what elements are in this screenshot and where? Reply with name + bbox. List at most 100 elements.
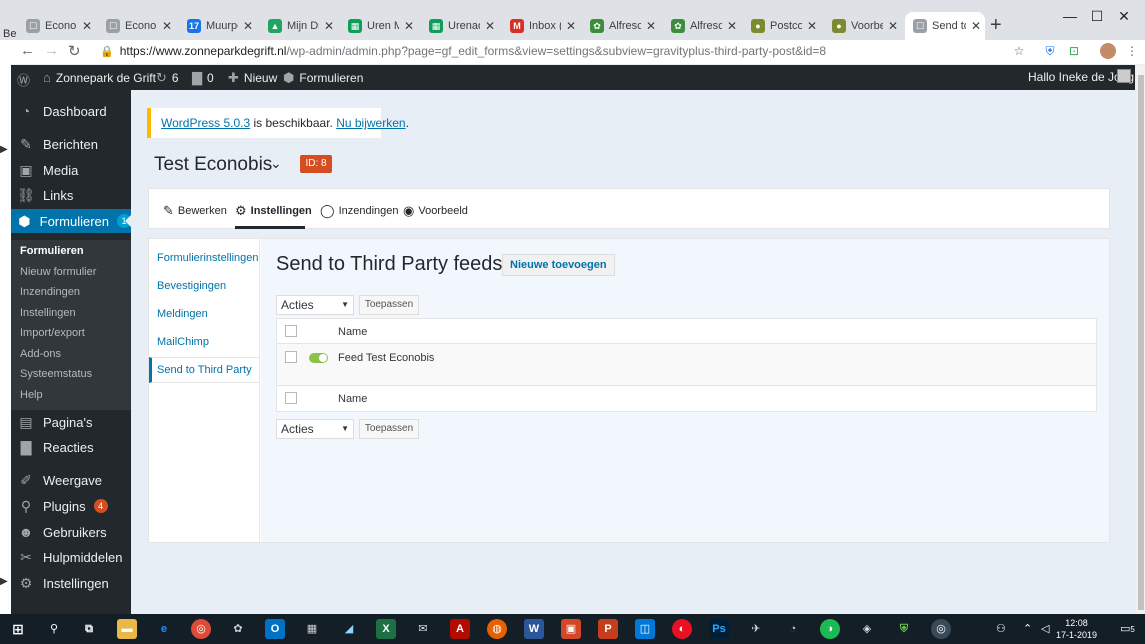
forms-adminbar-link[interactable]: ⬢ Formulieren <box>283 70 363 86</box>
browser-tab[interactable]: ✿ Alfresco ✕ <box>663 12 741 40</box>
edge-icon[interactable]: e <box>154 619 174 639</box>
app-icon[interactable]: ✿ <box>228 619 248 639</box>
submenu-item[interactable]: Help <box>20 389 43 401</box>
reload-icon[interactable]: ↻ <box>68 42 81 60</box>
url-field[interactable]: 🔒 https://www.zonneparkdegrift.nl/wp-admi… <box>100 44 826 58</box>
search-icon[interactable]: ⚲ <box>44 619 64 639</box>
browser-tab[interactable]: ● Voorbee ✕ <box>824 12 902 40</box>
close-window-icon[interactable]: ✕ <box>1101 8 1145 25</box>
chrome-active-icon[interactable]: ◎ <box>931 619 951 639</box>
browser-tab[interactable]: ▦ Urenad ✕ <box>421 12 499 40</box>
tab-close-icon[interactable]: ✕ <box>646 19 656 33</box>
site-name-link[interactable]: ⌂ Zonnepark de Grift <box>43 70 156 85</box>
feed-active-toggle[interactable] <box>309 353 328 363</box>
chrome-icon[interactable]: ◎ <box>191 619 211 639</box>
browser-tab[interactable]: ● Postcod ✕ <box>743 12 821 40</box>
tab-close-icon[interactable]: ✕ <box>404 19 414 33</box>
settings-nav-item[interactable]: Send to Third Party <box>149 357 260 383</box>
back-icon[interactable]: ← <box>20 42 35 59</box>
word-icon[interactable]: W <box>524 619 544 639</box>
settings-nav-item[interactable]: Meldingen <box>149 301 260 327</box>
photoshop-icon[interactable]: Ps <box>709 619 729 639</box>
submenu-item[interactable]: Add-ons <box>20 348 61 360</box>
tab-entries[interactable]: ◯ Inzendingen <box>320 203 399 219</box>
app-icon[interactable]: ◔ <box>783 619 803 639</box>
row-checkbox[interactable] <box>285 351 297 363</box>
scrollbar-thumb[interactable] <box>1138 75 1144 610</box>
submenu-item[interactable]: Instellingen <box>20 307 76 319</box>
tray-chevron-icon[interactable]: ⌃ <box>1023 622 1032 635</box>
updates-link[interactable]: ↻ 6 <box>156 70 179 86</box>
browser-menu-icon[interactable]: ⋮ <box>1124 43 1140 59</box>
profile-avatar[interactable] <box>1100 43 1116 59</box>
sidebar-item-users[interactable]: ☻ Gebruikers <box>11 521 131 543</box>
browser-tab[interactable]: ✿ Alfresco ✕ <box>582 12 660 40</box>
new-tab-button[interactable]: + <box>990 14 1002 37</box>
excel-icon[interactable]: X <box>376 619 396 639</box>
bookmark-star-icon[interactable]: ☆ <box>1011 43 1027 59</box>
tab-close-icon[interactable]: ✕ <box>82 19 92 33</box>
submenu-item[interactable]: Systeemstatus <box>20 368 92 380</box>
windows-start-icon[interactable]: ⊞ <box>8 619 28 639</box>
sidebar-item-plugins[interactable]: ⚲ Plugins 4 <box>11 495 131 517</box>
settings-nav-item[interactable]: Bevestigingen <box>149 273 260 299</box>
tab-close-icon[interactable]: ✕ <box>243 19 253 33</box>
sidebar-item-appearance[interactable]: ✐ Weergave <box>11 469 131 491</box>
file-explorer-icon[interactable]: ▬ <box>117 619 137 639</box>
shield-extension-icon[interactable]: ⛨ <box>1042 43 1058 59</box>
submenu-item[interactable]: Formulieren <box>20 245 84 257</box>
tab-edit[interactable]: ✎ Bewerken <box>163 203 227 219</box>
shield-app-icon[interactable]: ⛨ <box>894 619 914 639</box>
acrobat-icon[interactable]: A <box>450 619 470 639</box>
apply-button-bottom[interactable]: Toepassen <box>359 419 419 439</box>
app-icon[interactable]: ▣ <box>561 619 581 639</box>
tab-close-icon[interactable]: ✕ <box>971 19 981 33</box>
user-avatar[interactable] <box>1117 69 1131 83</box>
tab-close-icon[interactable]: ✕ <box>566 19 576 33</box>
submenu-item[interactable]: Import/export <box>20 327 85 339</box>
volume-icon[interactable]: ◁ <box>1041 622 1049 635</box>
sidebar-item-posts[interactable]: ✎ Berichten <box>11 133 131 155</box>
settings-nav-item[interactable]: Formulierinstellingen <box>149 245 260 271</box>
app-icon[interactable]: ◢ <box>339 619 359 639</box>
sidebar-item-pages[interactable]: ▤ Pagina's <box>11 411 131 433</box>
sidebar-item-settings[interactable]: ⚙ Instellingen <box>11 572 131 594</box>
add-new-feed-button[interactable]: Nieuwe toevoegen <box>502 254 615 276</box>
powerpoint-icon[interactable]: P <box>598 619 618 639</box>
page-scrollbar[interactable] <box>1136 65 1145 615</box>
app-icon[interactable]: ◈ <box>857 619 877 639</box>
browser-tab[interactable]: 17 Muurpe ✕ <box>179 12 257 40</box>
tab-close-icon[interactable]: ✕ <box>727 19 737 33</box>
feed-name-link[interactable]: Feed Test Econobis <box>338 352 434 364</box>
submenu-item[interactable]: Inzendingen <box>20 286 80 298</box>
extension-icon[interactable]: ⊡ <box>1066 43 1082 59</box>
settings-nav-item[interactable]: MailChimp <box>149 329 260 355</box>
browser-tab[interactable]: ▲ Mijn Dri ✕ <box>260 12 338 40</box>
tab-settings[interactable]: ⚙ Instellingen <box>235 203 312 219</box>
form-switcher-chevron-icon[interactable]: ⌄ <box>270 155 282 172</box>
system-clock[interactable]: 12:08 17-1-2019 <box>1056 617 1097 641</box>
people-icon[interactable]: ⚇ <box>996 622 1006 635</box>
notifications-icon[interactable]: ▭5 <box>1120 622 1135 635</box>
tab-preview[interactable]: ◉ Voorbeeld <box>403 203 468 219</box>
submenu-item[interactable]: Nieuw formulier <box>20 266 96 278</box>
new-content-link[interactable]: ✚ Nieuw <box>228 70 277 86</box>
forward-icon[interactable]: → <box>44 42 59 59</box>
wordpress-version-link[interactable]: WordPress 5.0.3 <box>161 116 250 130</box>
mail-icon[interactable]: ✉ <box>413 619 433 639</box>
tab-close-icon[interactable]: ✕ <box>162 19 172 33</box>
sidebar-item-dashboard[interactable]: ◔ Dashboard <box>11 100 131 122</box>
apply-button-top[interactable]: Toepassen <box>359 295 419 315</box>
outlook-icon[interactable]: O <box>265 619 285 639</box>
tab-close-icon[interactable]: ✕ <box>888 19 898 33</box>
bulk-action-select-top[interactable]: Acties ▼ <box>276 295 354 315</box>
tab-close-icon[interactable]: ✕ <box>485 19 495 33</box>
sidebar-item-comments[interactable]: ▇ Reacties <box>11 436 131 458</box>
browser-tab[interactable]: ☐ Econobis ✕ <box>18 12 96 40</box>
task-view-icon[interactable]: ⧉ <box>79 619 99 639</box>
sidebar-item-links[interactable]: ⛓ Links <box>11 184 131 206</box>
browser-tab[interactable]: ☐ Send to ✕ <box>905 12 985 40</box>
sidebar-item-media[interactable]: ▣ Media <box>11 159 131 181</box>
select-all-checkbox-bottom[interactable] <box>285 392 297 404</box>
app-icon[interactable]: ✈ <box>746 619 766 639</box>
